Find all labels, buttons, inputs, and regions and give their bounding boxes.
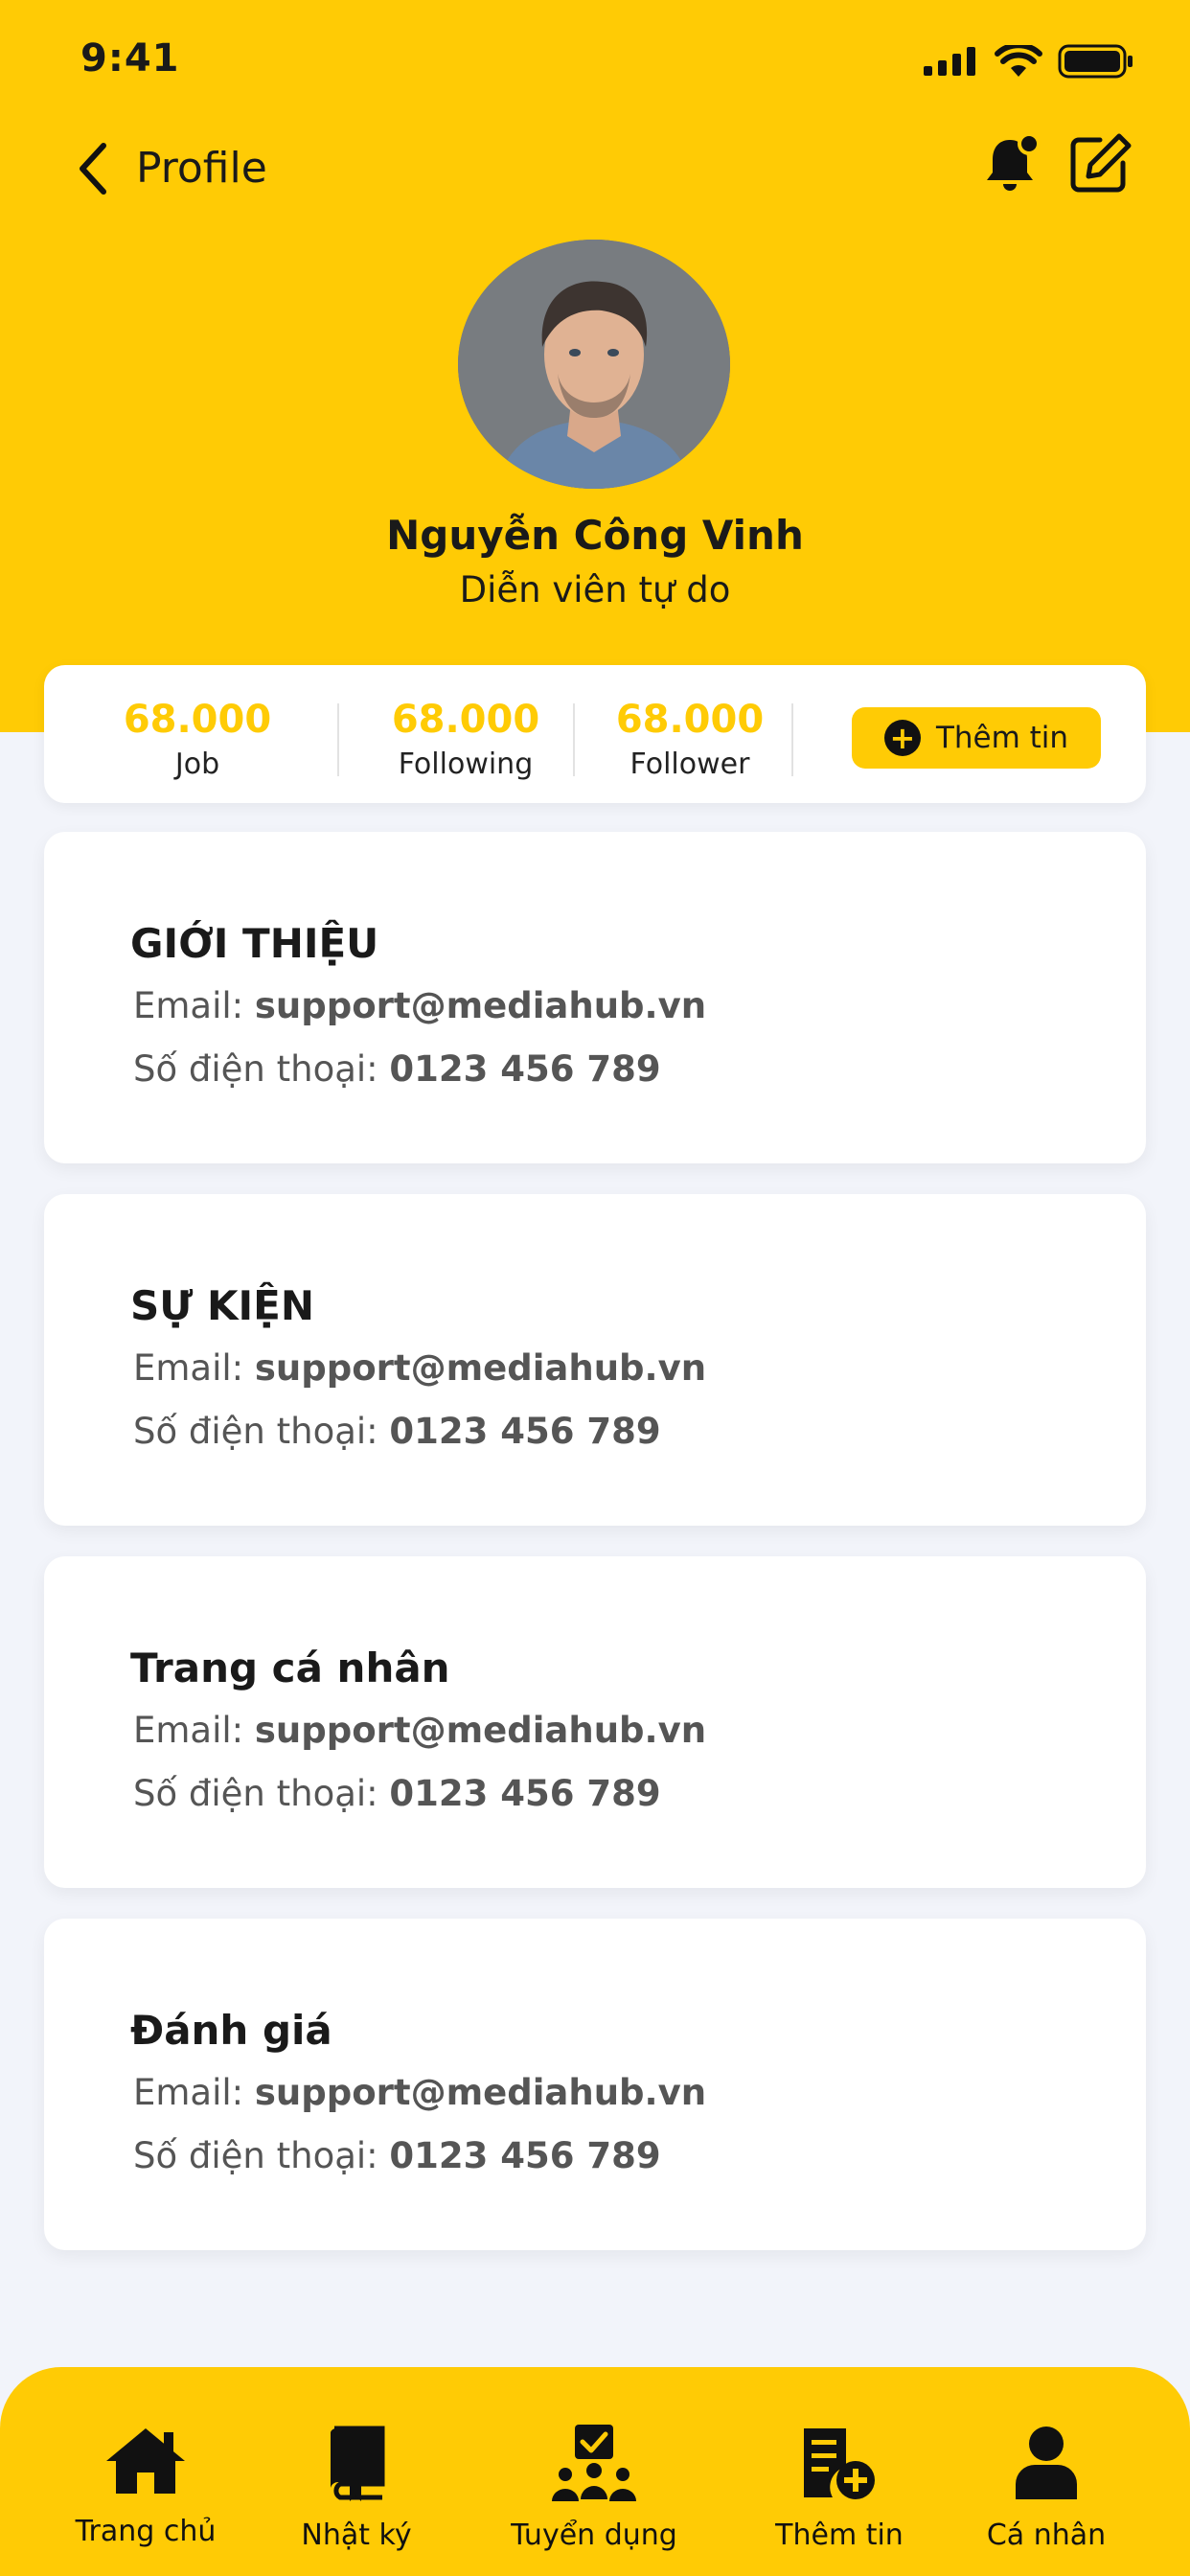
section-card-intro[interactable]: GIỚI THIỆU Email: support@mediahub.vn Số… xyxy=(44,832,1146,1163)
section-title: Trang cá nhân xyxy=(130,1644,450,1691)
edit-button[interactable] xyxy=(1065,130,1133,197)
phone-label: Số điện thoại: xyxy=(133,1773,390,1814)
phone-line: Số điện thoại: 0123 456 789 xyxy=(133,2135,661,2176)
tab-recruitment[interactable]: Tuyển dụng xyxy=(498,2425,690,2552)
nav-bar: Profile xyxy=(0,125,1190,211)
wifi-icon xyxy=(995,45,1042,77)
signal-icon xyxy=(924,47,975,76)
email-line: Email: support@mediahub.vn xyxy=(133,1710,706,1751)
phone-line: Số điện thoại: 0123 456 789 xyxy=(133,1411,661,1452)
status-bar: 9:41 xyxy=(0,0,1190,125)
add-post-button[interactable]: + Thêm tin xyxy=(852,707,1101,769)
email-value: support@mediahub.vn xyxy=(254,985,707,1026)
status-time: 9:41 xyxy=(80,36,180,80)
tab-personal[interactable]: Cá nhân xyxy=(950,2425,1142,2552)
email-label: Email: xyxy=(133,1347,255,1389)
stat-value: 68.000 xyxy=(615,698,765,742)
email-value: support@mediahub.vn xyxy=(254,2072,707,2113)
email-label: Email: xyxy=(133,2072,255,2113)
email-label: Email: xyxy=(133,985,255,1026)
stat-divider xyxy=(573,703,575,776)
tab-add-post[interactable]: Thêm tin xyxy=(744,2425,935,2552)
tab-label: Thêm tin xyxy=(775,2518,904,2552)
tab-label: Trang chủ xyxy=(75,2515,217,2548)
bottom-tab-bar: Trang chủ Nhật ký Tuyển dụng Thêm tin Cá… xyxy=(0,2367,1190,2576)
back-button[interactable] xyxy=(75,140,125,197)
battery-icon xyxy=(1058,44,1133,79)
add-post-icon xyxy=(804,2428,875,2499)
email-value: support@mediahub.vn xyxy=(254,1347,707,1389)
stat-label: Follower xyxy=(629,748,750,781)
stat-label: Job xyxy=(174,748,220,781)
section-title: Đánh giá xyxy=(130,2007,332,2054)
home-icon xyxy=(106,2428,185,2494)
section-card-events[interactable]: SỰ KIỆN Email: support@mediahub.vn Số đi… xyxy=(44,1194,1146,1526)
plus-circle-icon: + xyxy=(883,720,921,756)
stats-card: 68.000 Job 68.000 Following 68.000 Follo… xyxy=(44,665,1146,803)
add-post-label: Thêm tin xyxy=(935,721,1069,755)
email-line: Email: support@mediahub.vn xyxy=(133,985,706,1026)
book-icon xyxy=(331,2426,385,2501)
recruit-icon xyxy=(552,2425,636,2501)
stat-value: 68.000 xyxy=(391,698,540,742)
stat-follower[interactable]: 68.000 Follower xyxy=(584,665,795,803)
phone-value: 0123 456 789 xyxy=(389,1411,661,1452)
phone-label: Số điện thoại: xyxy=(133,2135,390,2176)
edit-icon xyxy=(1070,133,1132,193)
phone-value: 0123 456 789 xyxy=(389,1048,661,1090)
section-title: SỰ KIỆN xyxy=(130,1282,314,1329)
phone-label: Số điện thoại: xyxy=(133,1411,390,1452)
stat-following[interactable]: 68.000 Following xyxy=(353,665,579,803)
notification-button[interactable] xyxy=(979,130,1046,197)
phone-value: 0123 456 789 xyxy=(389,2135,661,2176)
user-icon xyxy=(1016,2426,1077,2499)
page-title: Profile xyxy=(136,144,267,193)
stat-job[interactable]: 68.000 Job xyxy=(82,665,312,803)
section-card-personal-page[interactable]: Trang cá nhân Email: support@mediahub.vn… xyxy=(44,1556,1146,1888)
bell-icon xyxy=(987,132,1041,191)
tab-diary[interactable]: Nhật ký xyxy=(261,2425,452,2552)
profile-role: Diễn viên tự do xyxy=(459,569,731,610)
phone-line: Số điện thoại: 0123 456 789 xyxy=(133,1773,661,1814)
phone-line: Số điện thoại: 0123 456 789 xyxy=(133,1048,661,1090)
email-value: support@mediahub.vn xyxy=(254,1710,707,1751)
stat-value: 68.000 xyxy=(123,698,272,742)
tab-label: Cá nhân xyxy=(986,2518,1107,2552)
section-title: GIỚI THIỆU xyxy=(130,920,379,967)
phone-label: Số điện thoại: xyxy=(133,1048,390,1090)
status-icons xyxy=(924,44,1134,79)
stat-label: Following xyxy=(398,748,534,781)
chevron-left-icon xyxy=(80,143,106,195)
email-line: Email: support@mediahub.vn xyxy=(133,1347,706,1389)
avatar-portrait xyxy=(458,240,730,489)
tab-label: Nhật ký xyxy=(301,2518,412,2552)
avatar[interactable] xyxy=(458,240,730,489)
section-card-reviews[interactable]: Đánh giá Email: support@mediahub.vn Số đ… xyxy=(44,1919,1146,2250)
profile-name: Nguyễn Công Vinh xyxy=(386,512,804,559)
tab-label: Tuyển dụng xyxy=(511,2518,677,2552)
email-line: Email: support@mediahub.vn xyxy=(133,2072,706,2113)
stat-divider xyxy=(791,703,793,776)
phone-value: 0123 456 789 xyxy=(389,1773,661,1814)
email-label: Email: xyxy=(133,1710,255,1751)
tab-home[interactable]: Trang chủ xyxy=(50,2425,241,2548)
stat-divider xyxy=(337,703,339,776)
